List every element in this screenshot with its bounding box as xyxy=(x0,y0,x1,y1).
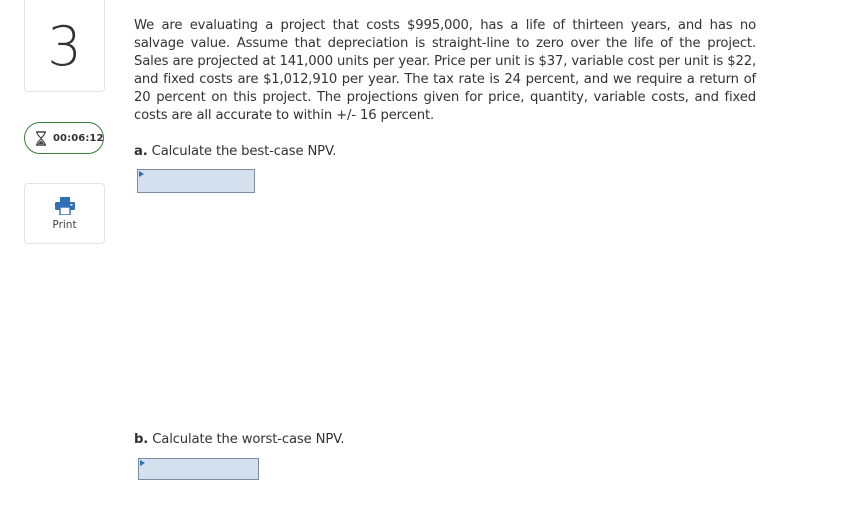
part-b-answer-input[interactable] xyxy=(138,458,259,480)
hourglass-icon xyxy=(35,130,47,146)
timer-badge: 00:06:12 xyxy=(24,122,104,154)
input-marker-icon xyxy=(140,460,145,466)
question-number: 3 xyxy=(47,14,82,78)
question-page: 3 00:06:12 Print We are evaluating a pro… xyxy=(0,0,845,532)
printer-icon xyxy=(54,196,76,216)
question-number-panel: 3 xyxy=(24,0,105,92)
part-b-prompt: b. Calculate the worst-case NPV. xyxy=(134,432,345,447)
input-marker-icon xyxy=(139,171,144,177)
print-label: Print xyxy=(52,218,77,231)
part-a-letter: a. xyxy=(134,144,148,159)
timer-value: 00:06:12 xyxy=(53,132,104,144)
print-button[interactable]: Print xyxy=(24,183,105,244)
part-a-text: Calculate the best-case NPV. xyxy=(151,144,337,159)
part-a-answer-input[interactable] xyxy=(137,169,255,193)
part-b-text: Calculate the worst-case NPV. xyxy=(152,432,345,447)
part-b-letter: b. xyxy=(134,432,149,447)
part-a-prompt: a. Calculate the best-case NPV. xyxy=(134,144,336,159)
question-text: We are evaluating a project that costs $… xyxy=(134,18,756,123)
